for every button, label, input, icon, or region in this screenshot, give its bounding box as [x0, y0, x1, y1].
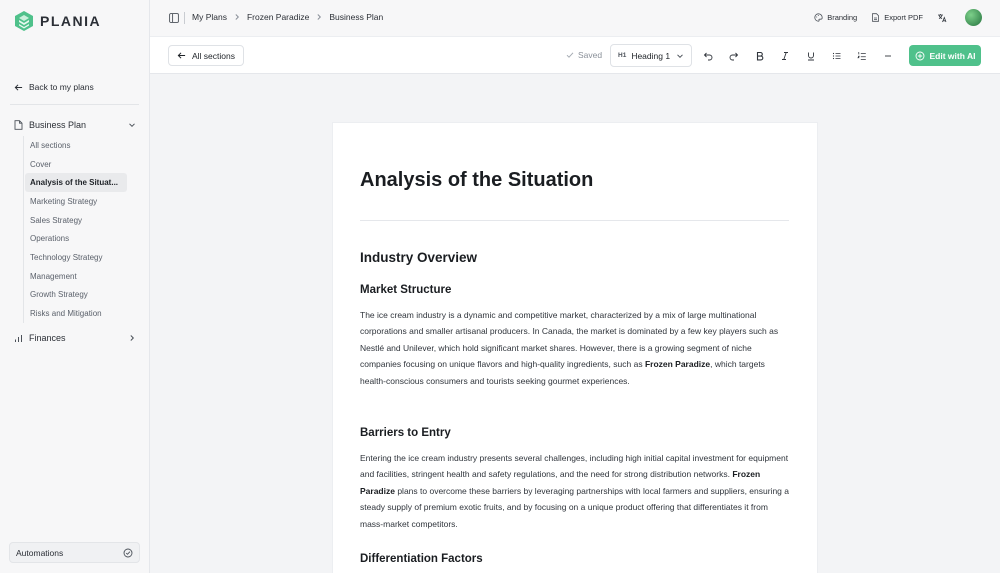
heading-style-select[interactable]: H1 Heading 1	[610, 44, 692, 67]
sidebar-item-sales-strategy[interactable]: Sales Strategy	[25, 211, 133, 230]
check-icon	[566, 52, 574, 58]
bold-company-name: Frozen Paradize	[644, 359, 711, 370]
title-divider	[360, 220, 789, 221]
editor-toolbar: All sections Saved H1 Heading 1 Edit wit…	[150, 37, 1000, 74]
breadcrumb-project[interactable]: Frozen Paradize	[247, 12, 309, 22]
numbered-list-icon[interactable]	[855, 49, 869, 63]
document-page[interactable]: Analysis of the Situation Industry Overv…	[332, 122, 818, 573]
bullet-list-icon[interactable]	[830, 49, 844, 63]
automations-label: Automations	[16, 547, 64, 558]
sidebar: PLANIA Back to my plans Business Plan Al…	[0, 0, 150, 573]
redo-icon[interactable]	[727, 49, 741, 63]
branding-button[interactable]: Branding	[814, 13, 857, 22]
edit-ai-label: Edit with AI	[929, 50, 976, 61]
top-actions: Branding Export PDF	[814, 9, 982, 26]
back-to-plans-link[interactable]: Back to my plans	[14, 82, 94, 92]
translate-button[interactable]	[937, 13, 947, 23]
chevron-right-icon	[130, 335, 135, 341]
sidebar-item-analysis[interactable]: Analysis of the Situat...	[25, 173, 127, 193]
export-pdf-button[interactable]: Export PDF	[871, 13, 923, 22]
heading-industry-overview[interactable]: Industry Overview	[360, 250, 477, 265]
arrow-left-icon	[14, 83, 23, 91]
chevron-right-icon	[235, 14, 239, 20]
sidebar-toggle-icon[interactable]	[169, 13, 179, 23]
breadcrumb-current[interactable]: Business Plan	[329, 12, 383, 22]
branding-label: Branding	[827, 13, 858, 22]
sidebar-group-label: Business Plan	[29, 120, 87, 130]
top-bar: My Plans Frozen Paradize Business Plan B…	[150, 0, 1000, 37]
user-avatar[interactable]	[965, 9, 982, 26]
bar-chart-icon	[15, 334, 22, 342]
palette-icon	[814, 13, 823, 22]
back-link-label: Back to my plans	[29, 82, 94, 92]
heading-select-value: Heading 1	[631, 50, 671, 61]
save-status: Saved	[566, 50, 602, 60]
sidebar-item-operations[interactable]: Operations	[25, 229, 133, 248]
translate-icon	[938, 13, 947, 22]
sidebar-group-finances[interactable]: Finances	[14, 333, 136, 343]
logo[interactable]: PLANIA	[14, 10, 101, 32]
heading-differentiation-factors[interactable]: Differentiation Factors	[360, 553, 483, 565]
sidebar-item-cover[interactable]: Cover	[25, 155, 133, 174]
paragraph-market-structure[interactable]: The ice cream industry is a dynamic and …	[360, 307, 790, 389]
heading-prefix-icon: H1	[618, 52, 627, 59]
sparkle-icon	[915, 51, 924, 60]
paragraph-barriers[interactable]: Entering the ice cream industry presents…	[360, 450, 790, 532]
underline-icon[interactable]	[804, 49, 818, 63]
bold-icon[interactable]	[753, 49, 767, 63]
edit-with-ai-button[interactable]: Edit with AI	[909, 45, 981, 66]
check-circle-icon	[123, 548, 133, 557]
chevron-down-icon	[129, 123, 135, 128]
document-title[interactable]: Analysis of the Situation	[360, 169, 593, 192]
italic-icon[interactable]	[778, 49, 792, 63]
paragraph-text: Entering the ice cream industry presents…	[360, 453, 789, 480]
logo-text: PLANIA	[40, 13, 102, 29]
paragraph-text: plans to overcome these barriers by leve…	[360, 485, 789, 529]
all-sections-button[interactable]: All sections	[168, 45, 244, 66]
export-label: Export PDF	[884, 13, 923, 22]
arrow-left-icon	[177, 52, 186, 59]
breadcrumb-divider	[184, 12, 185, 24]
breadcrumb-my-plans[interactable]: My Plans	[192, 12, 227, 22]
document-icon	[14, 120, 23, 130]
horizontal-rule-icon[interactable]	[881, 49, 895, 63]
sidebar-group-business-plan[interactable]: Business Plan	[14, 120, 136, 130]
heading-market-structure[interactable]: Market Structure	[360, 284, 451, 296]
sidebar-divider	[10, 104, 139, 105]
all-sections-label: All sections	[192, 50, 235, 61]
automations-button[interactable]: Automations	[9, 542, 140, 563]
finances-label: Finances	[29, 333, 66, 343]
sidebar-item-marketing-strategy[interactable]: Marketing Strategy	[25, 192, 133, 211]
sidebar-item-all-sections[interactable]: All sections	[25, 136, 133, 155]
breadcrumb: My Plans Frozen Paradize Business Plan	[192, 12, 383, 22]
sidebar-item-technology-strategy[interactable]: Technology Strategy	[25, 248, 133, 267]
saved-label: Saved	[578, 50, 603, 60]
section-list: All sections Cover Analysis of the Situa…	[23, 136, 133, 323]
plania-logo-icon	[15, 11, 33, 31]
sidebar-item-growth-strategy[interactable]: Growth Strategy	[25, 286, 133, 305]
undo-icon[interactable]	[701, 49, 715, 63]
sidebar-item-management[interactable]: Management	[25, 267, 133, 286]
chevron-right-icon	[317, 14, 322, 20]
sidebar-item-risks[interactable]: Risks and Mitigation	[25, 304, 133, 323]
file-export-icon	[872, 13, 880, 22]
heading-barriers-to-entry[interactable]: Barriers to Entry	[360, 427, 451, 439]
chevron-down-icon	[677, 53, 683, 58]
